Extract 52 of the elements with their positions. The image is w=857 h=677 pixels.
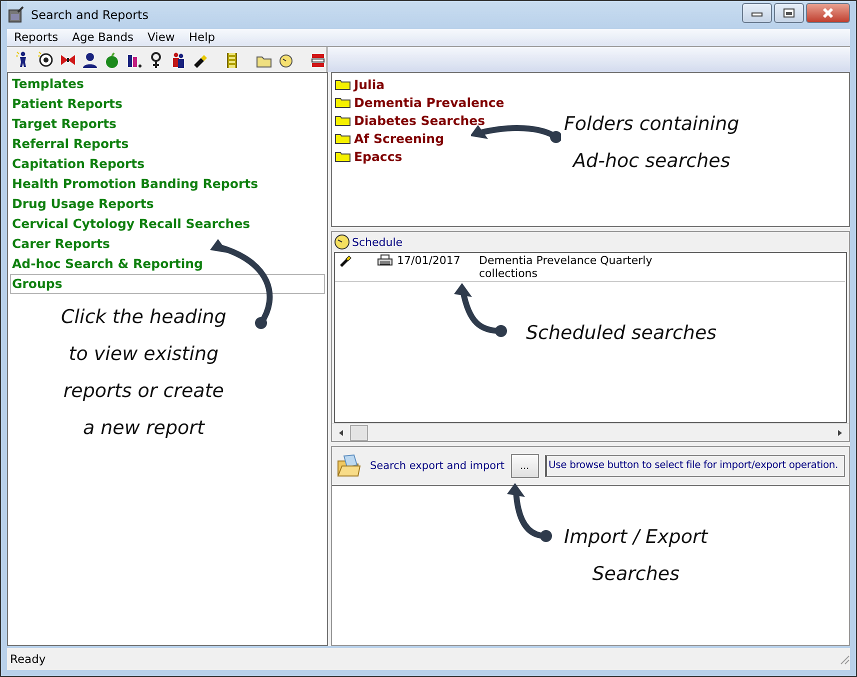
folder-item[interactable]: Af Screening <box>354 130 444 146</box>
schedule-title: Schedule <box>352 236 403 248</box>
apple-icon[interactable] <box>103 50 121 68</box>
report-category[interactable]: Patient Reports <box>10 94 325 114</box>
callout-note: Click the heading to view existing reports or create a new report <box>61 305 226 441</box>
minimize-button[interactable] <box>742 3 772 23</box>
bust-icon[interactable] <box>81 50 99 68</box>
callout-note: Folders containing Ad-hoc searches <box>564 112 740 174</box>
schedule-description: Dementia Prevelance Quarterly collections <box>479 254 654 280</box>
resize-grip-icon <box>838 653 850 665</box>
report-category[interactable]: Health Promotion Banding Reports <box>10 174 325 194</box>
menu-item[interactable]: View <box>140 29 182 46</box>
browse-button[interactable]: ... <box>510 454 539 478</box>
report-category[interactable]: Drug Usage Reports <box>10 194 325 214</box>
close-button[interactable] <box>806 3 850 23</box>
menu-item[interactable]: Age Bands <box>65 29 141 46</box>
report-category[interactable]: Referral Reports <box>10 134 325 154</box>
target-icon[interactable] <box>37 50 55 68</box>
menu-item[interactable]: Reports <box>7 29 66 46</box>
report-category[interactable]: Templates <box>10 74 325 94</box>
folder-icon <box>335 78 351 90</box>
folder-item[interactable]: Epaccs <box>354 148 402 164</box>
export-label: Search export and import <box>370 460 505 472</box>
report-category[interactable]: Cervical Cytology Recall Searches <box>10 214 325 234</box>
folder-icon <box>335 150 351 162</box>
report-category[interactable]: Capitation Reports <box>10 154 325 174</box>
schedule-date: 17/01/2017 <box>397 254 462 267</box>
folder-item[interactable]: Diabetes Searches <box>354 112 486 128</box>
callout-note: Scheduled searches <box>526 321 717 346</box>
status-text: Ready <box>10 652 46 666</box>
folder-icon <box>335 132 351 144</box>
report-category[interactable]: Ad-hoc Search & Reporting <box>10 254 325 274</box>
torch-icon <box>339 254 353 268</box>
folder-item[interactable]: Dementia Prevalence <box>354 94 504 110</box>
close-icon <box>821 7 835 19</box>
folder-icon <box>335 114 351 126</box>
window-title: Search and Reports <box>31 8 148 22</box>
folder-item[interactable]: Julia <box>354 76 385 92</box>
maximize-button[interactable] <box>774 3 804 23</box>
report-category[interactable]: Carer Reports <box>10 234 325 254</box>
callout-note: Import / Export Searches <box>564 525 708 587</box>
scroll-thumb[interactable] <box>350 424 368 440</box>
horizontal-scrollbar[interactable] <box>332 423 849 441</box>
folder-icon <box>335 96 351 108</box>
app-icon <box>7 6 25 24</box>
clock-icon <box>334 234 350 250</box>
open-folder-icon <box>336 453 362 479</box>
maximize-icon <box>782 7 796 19</box>
report-category[interactable]: Target Reports <box>10 114 325 134</box>
report-category[interactable]: Groups <box>10 274 325 294</box>
menu-item[interactable]: Help <box>182 29 222 46</box>
file-path-field[interactable]: Use browse button to select file for import/export operation. <box>544 455 845 477</box>
